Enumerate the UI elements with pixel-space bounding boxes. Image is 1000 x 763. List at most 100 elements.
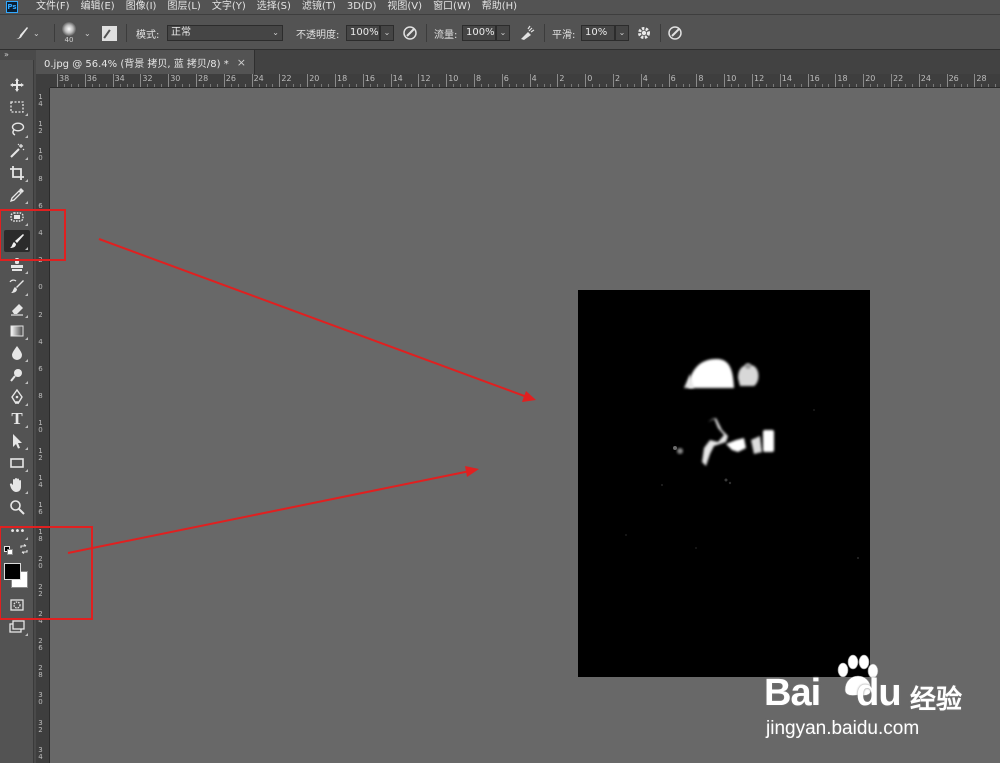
tool-preset-picker[interactable]: ⌄ bbox=[14, 15, 40, 51]
menu-window[interactable]: 窗口(W) bbox=[433, 0, 471, 14]
ruler-label: 22 bbox=[281, 74, 292, 83]
crop-tool[interactable] bbox=[4, 162, 30, 184]
screen-mode-button[interactable] bbox=[4, 616, 30, 638]
ruler-minor-tick bbox=[126, 84, 128, 87]
ruler-minor-tick bbox=[995, 84, 997, 87]
menu-help[interactable]: 帮助(H) bbox=[482, 0, 517, 14]
ruler-minor-tick bbox=[842, 84, 844, 87]
smoothing-input[interactable]: 10% bbox=[581, 25, 615, 41]
brush-size-picker[interactable]: 40 bbox=[62, 15, 76, 51]
document-tab[interactable]: 0.jpg @ 56.4% (背景 拷贝, 蓝 拷贝/8) * × bbox=[36, 50, 255, 74]
history-brush-tool[interactable] bbox=[4, 276, 30, 298]
ruler-label: 32 bbox=[38, 718, 43, 734]
smoothing-label: 平滑: bbox=[552, 29, 576, 41]
opacity-dropdown[interactable]: ⌄ bbox=[380, 25, 394, 41]
dodge-tool[interactable] bbox=[4, 364, 30, 386]
document-image[interactable] bbox=[578, 290, 870, 677]
smoothing-options-button[interactable] bbox=[636, 15, 652, 51]
hand-tool[interactable] bbox=[4, 474, 30, 496]
mode-select[interactable]: 正常 ⌄ bbox=[167, 15, 283, 51]
crop-tool-icon bbox=[10, 166, 24, 180]
ruler-minor-tick bbox=[606, 84, 608, 87]
ruler-minor-tick bbox=[564, 84, 566, 87]
ruler-label: 4 bbox=[642, 74, 648, 83]
menu-3d[interactable]: 3D(D) bbox=[347, 0, 377, 14]
ruler-major-tick bbox=[501, 74, 503, 87]
chevron-down-icon: ⌄ bbox=[499, 28, 507, 37]
collapse-panels-icon[interactable]: » bbox=[4, 50, 9, 59]
ruler-label: 18 bbox=[837, 74, 848, 83]
ruler-minor-tick bbox=[230, 84, 232, 87]
separator bbox=[544, 24, 545, 42]
chevron-down-icon: ⌄ bbox=[33, 28, 40, 38]
document-tab-bar: 0.jpg @ 56.4% (背景 拷贝, 蓝 拷贝/8) * × bbox=[36, 50, 1000, 74]
gradient-tool[interactable] bbox=[4, 320, 30, 342]
marquee-tool[interactable] bbox=[4, 96, 30, 118]
flow-input[interactable]: 100% bbox=[462, 25, 496, 41]
move-tool[interactable] bbox=[4, 74, 30, 96]
smoothing-dropdown[interactable]: ⌄ bbox=[615, 25, 629, 41]
magic-wand-tool-icon bbox=[10, 143, 25, 158]
gradient-tool-icon bbox=[10, 325, 24, 337]
mode-field[interactable]: 正常 ⌄ bbox=[167, 25, 283, 41]
ruler-minor-tick bbox=[786, 84, 788, 87]
airbrush-toggle[interactable] bbox=[519, 15, 535, 51]
menu-layer[interactable]: 图层(L) bbox=[167, 0, 200, 14]
menu-file[interactable]: 文件(F) bbox=[36, 0, 70, 14]
ruler-major-tick bbox=[891, 74, 892, 87]
close-icon[interactable]: × bbox=[237, 56, 246, 69]
magic-wand-tool[interactable] bbox=[4, 140, 30, 162]
type-tool[interactable]: T bbox=[4, 408, 30, 430]
rectangle-tool[interactable] bbox=[4, 452, 30, 474]
zoom-tool[interactable] bbox=[4, 496, 30, 518]
ruler-minor-tick bbox=[216, 84, 218, 87]
opacity-input[interactable]: 100% bbox=[346, 25, 380, 41]
ruler-minor-tick bbox=[508, 84, 510, 87]
brush-size-dropdown[interactable]: ⌄ bbox=[84, 15, 91, 51]
ruler-minor-tick bbox=[397, 84, 399, 87]
ruler-label: 6 bbox=[670, 74, 676, 83]
more-tools-button[interactable]: ••• bbox=[4, 520, 30, 542]
blur-tool[interactable] bbox=[4, 342, 30, 364]
ruler-minor-tick bbox=[237, 84, 239, 87]
ruler-minor-tick bbox=[314, 84, 316, 87]
flow-dropdown[interactable]: ⌄ bbox=[496, 25, 510, 41]
ruler-label: 30 bbox=[38, 691, 43, 707]
horizontal-ruler[interactable]: 38 36 34 32 30 28 26 24 22 20 18 16 14 12 10 8 6 4 2 0 2 4 6 8 1… bbox=[50, 74, 1000, 88]
lasso-tool[interactable] bbox=[4, 118, 30, 140]
brush-settings-toggle[interactable] bbox=[102, 15, 117, 51]
menu-select[interactable]: 选择(S) bbox=[257, 0, 291, 14]
ruler-minor-tick bbox=[765, 84, 767, 87]
brush-tool[interactable] bbox=[4, 230, 30, 252]
eraser-tool[interactable] bbox=[4, 298, 30, 320]
pen-tool[interactable] bbox=[4, 386, 30, 408]
image-content bbox=[578, 290, 870, 677]
ruler-minor-tick bbox=[404, 84, 406, 87]
healing-brush-tool[interactable] bbox=[4, 206, 30, 228]
ruler-minor-tick bbox=[675, 84, 677, 87]
menu-edit[interactable]: 编辑(E) bbox=[81, 0, 115, 14]
swap-colors-button[interactable] bbox=[19, 544, 29, 557]
ruler-minor-tick bbox=[175, 84, 177, 87]
separator bbox=[126, 24, 127, 42]
menu-type[interactable]: 文字(Y) bbox=[212, 0, 246, 14]
ruler-origin[interactable] bbox=[36, 74, 50, 88]
pressure-opacity-toggle[interactable] bbox=[402, 15, 418, 51]
eyedropper-tool[interactable] bbox=[4, 184, 30, 206]
foreground-color-swatch[interactable] bbox=[4, 563, 21, 580]
ruler-minor-tick bbox=[661, 84, 663, 87]
quick-mask-button[interactable] bbox=[4, 594, 30, 616]
clone-stamp-tool[interactable] bbox=[4, 254, 30, 276]
eyedropper-tool-icon bbox=[9, 188, 24, 203]
vertical-ruler[interactable]: 1412108642024681012141618202224262830323… bbox=[36, 88, 50, 763]
ruler-minor-tick bbox=[682, 84, 684, 87]
menu-filter[interactable]: 滤镜(T) bbox=[302, 0, 336, 14]
pressure-size-toggle[interactable] bbox=[667, 15, 683, 51]
ruler-major-tick bbox=[863, 74, 865, 87]
menu-view[interactable]: 视图(V) bbox=[387, 0, 422, 14]
path-selection-tool[interactable] bbox=[4, 430, 30, 452]
default-colors-button[interactable] bbox=[4, 546, 14, 556]
menu-image[interactable]: 图像(I) bbox=[126, 0, 157, 14]
ruler-label: 8 bbox=[476, 74, 482, 83]
ruler-label: 2 bbox=[38, 256, 43, 265]
